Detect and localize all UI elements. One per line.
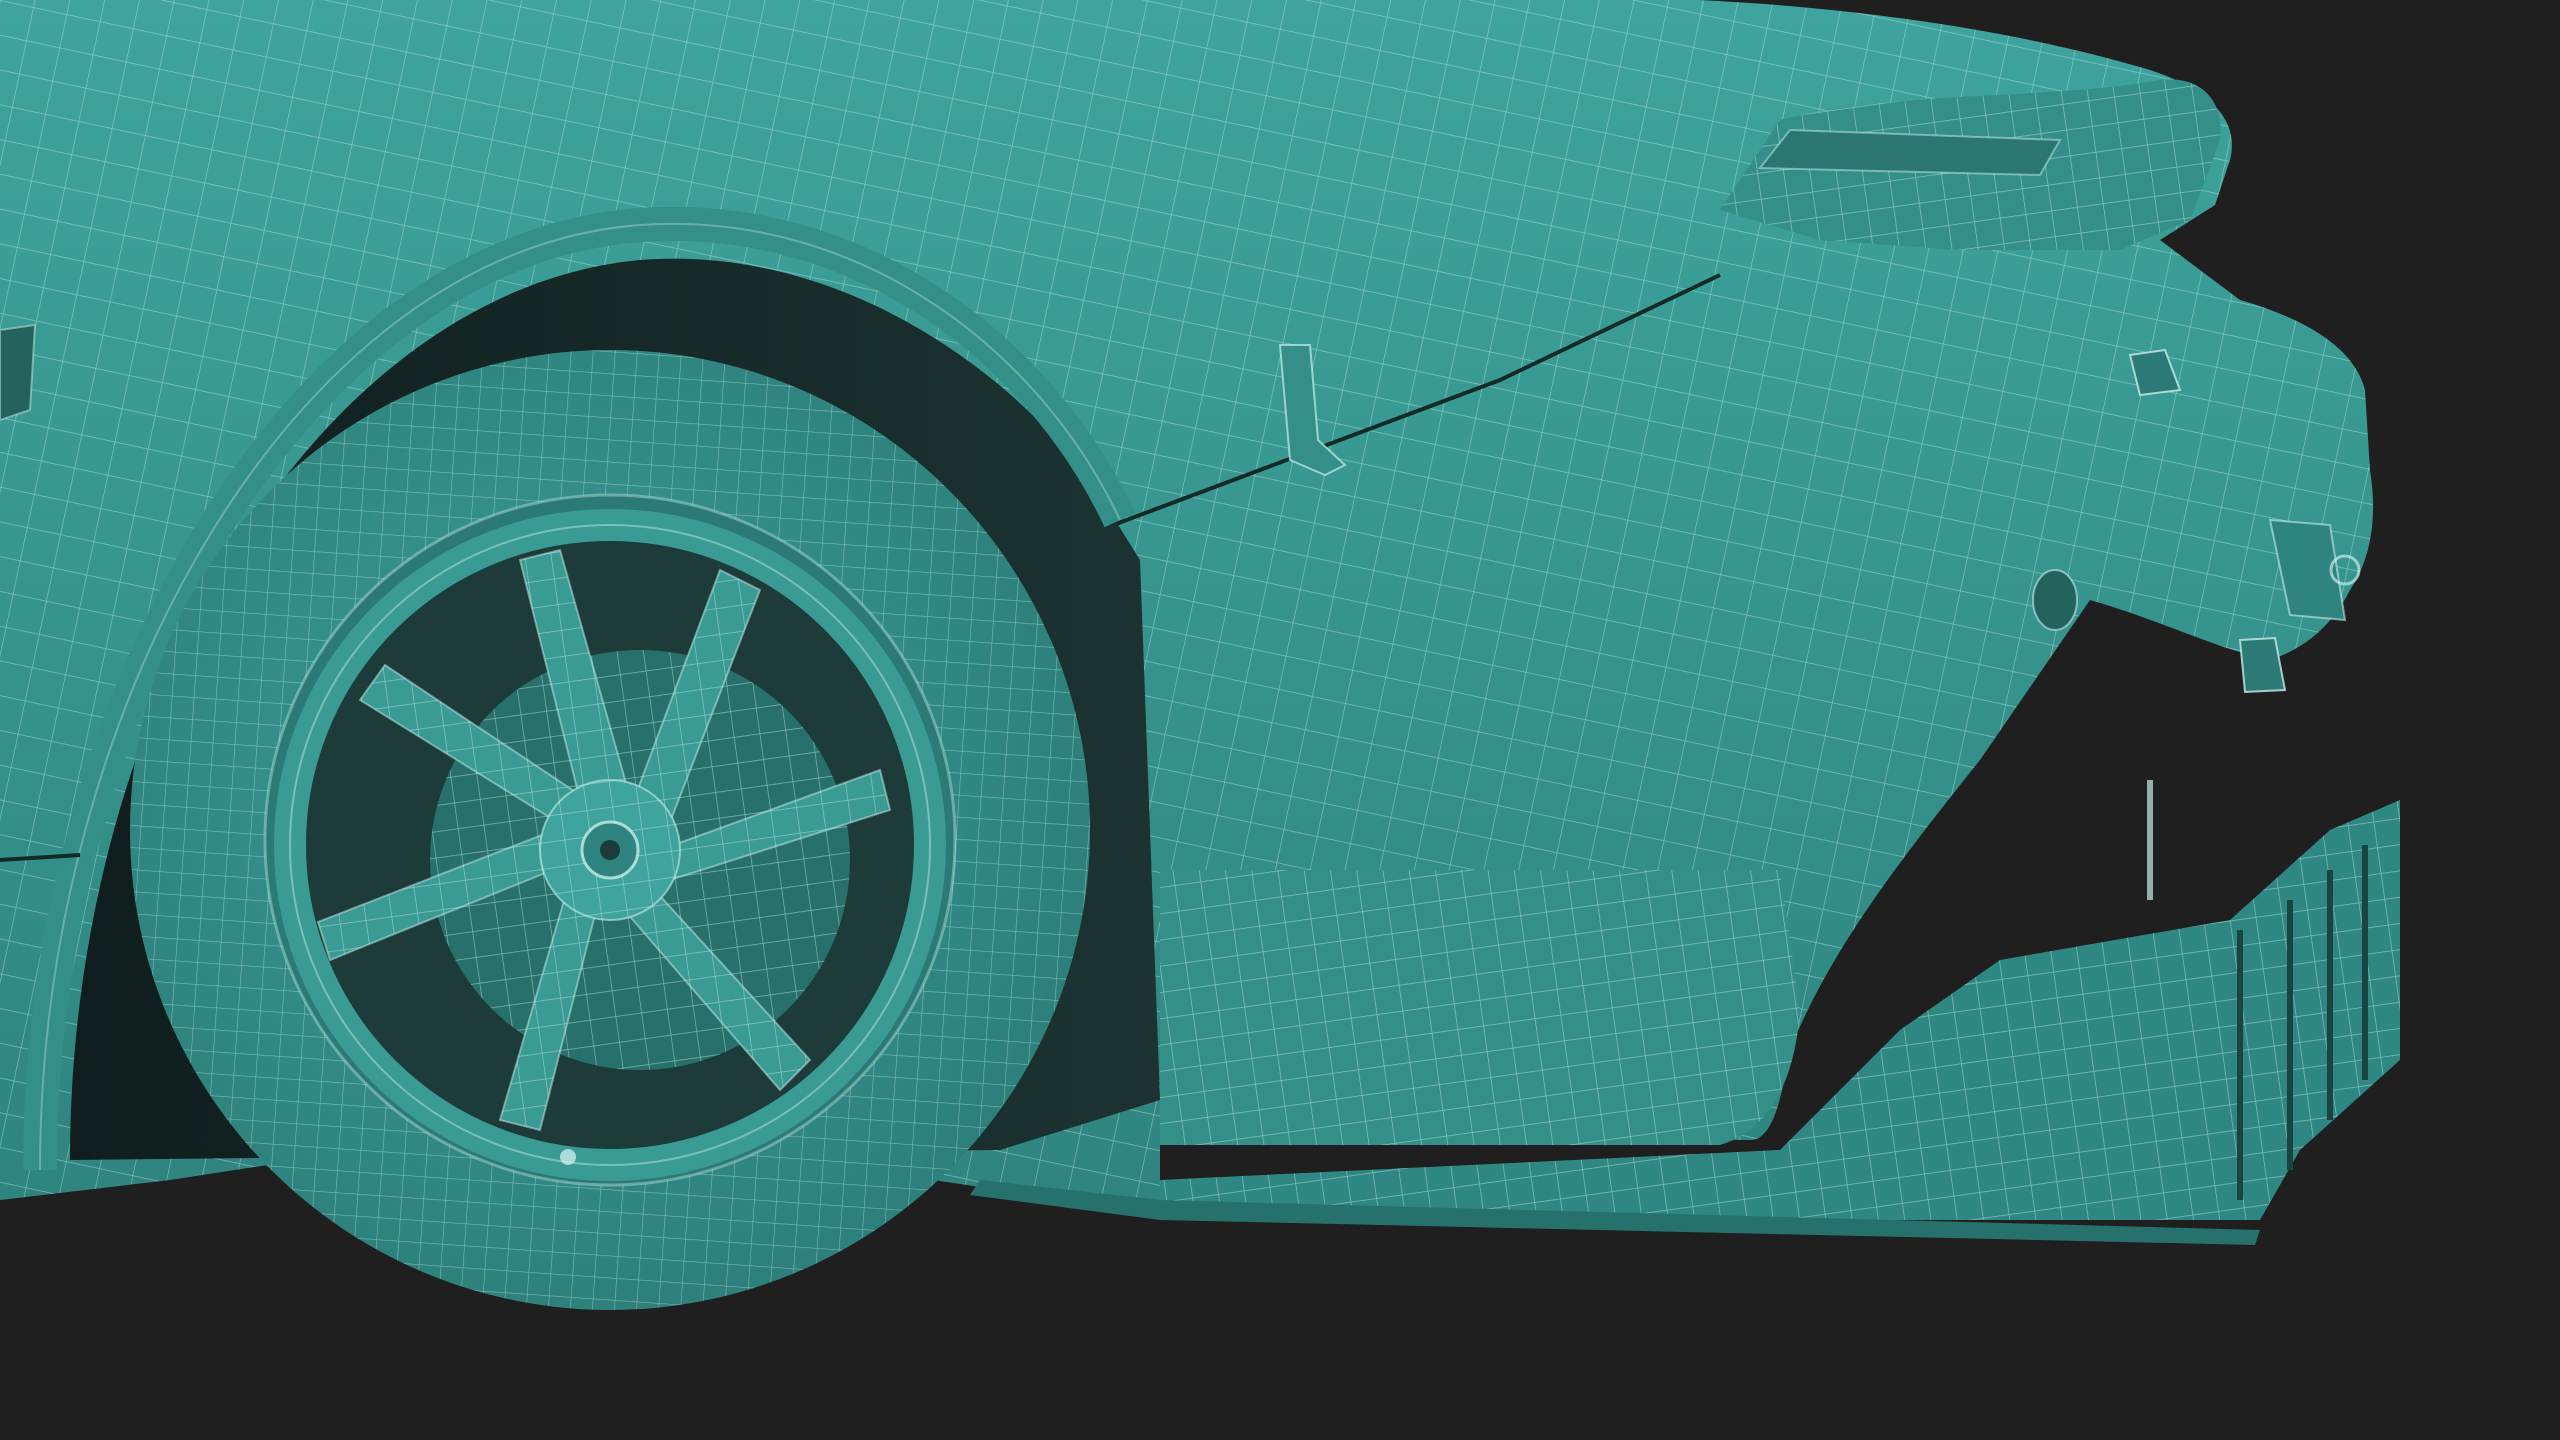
car-render <box>0 0 2400 1310</box>
valve-stem <box>560 1149 576 1165</box>
left-vent <box>0 323 37 422</box>
render-viewport <box>0 0 2560 1440</box>
rear-sensor <box>2032 569 2078 631</box>
